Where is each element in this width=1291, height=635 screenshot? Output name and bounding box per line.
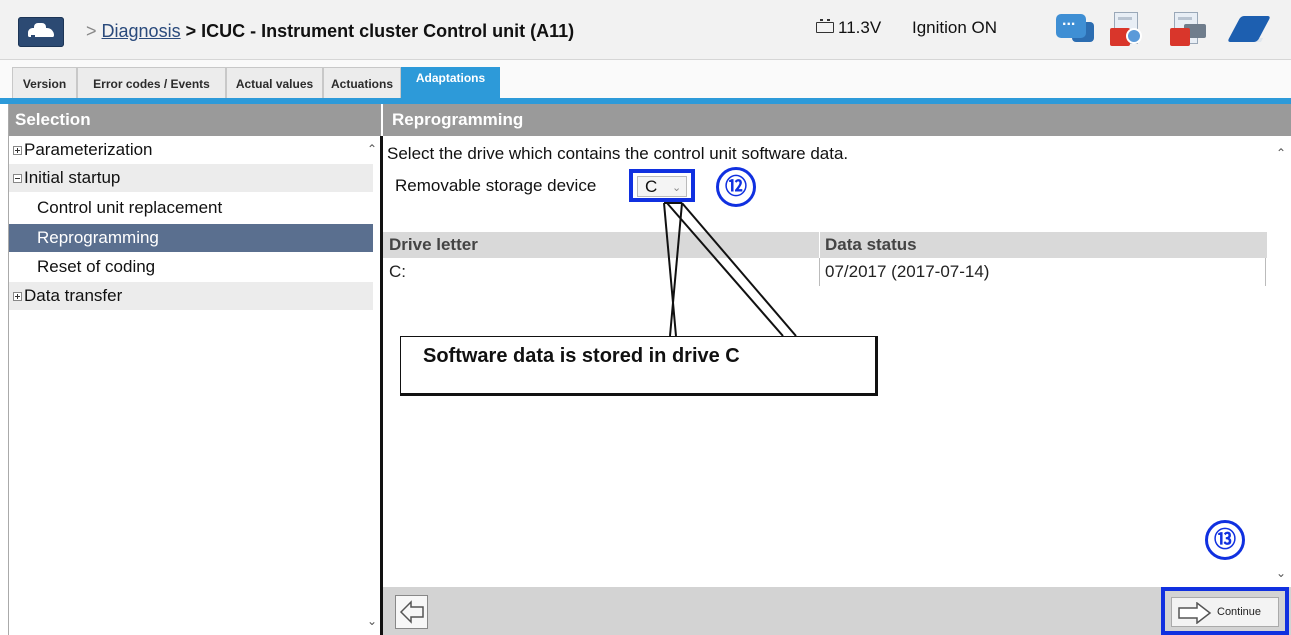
- ignition-status: Ignition ON: [912, 18, 998, 37]
- instruction-text: Select the drive which contains the cont…: [387, 144, 849, 163]
- tab-version[interactable]: Version: [12, 67, 77, 100]
- breadcrumb-separator: >: [86, 21, 97, 41]
- callout-13: ⑬: [1205, 520, 1245, 560]
- drive-select-highlight: C ⌄: [629, 169, 695, 202]
- battery-icon: [816, 19, 834, 33]
- breadcrumb: > Diagnosis > ICUC - Instrument cluster …: [86, 21, 574, 42]
- tree-item-label: Initial startup: [24, 168, 121, 187]
- battery-voltage: 11.3V: [838, 18, 882, 37]
- forward-arrow-icon: [1178, 602, 1212, 624]
- tree-item-control-unit-replacement[interactable]: Control unit replacement: [9, 194, 373, 222]
- back-button[interactable]: [395, 595, 428, 629]
- scroll-down-icon[interactable]: ⌄: [1276, 566, 1286, 580]
- collapse-minus-icon[interactable]: [13, 174, 22, 183]
- battery-status: 11.3V: [816, 18, 881, 38]
- breadcrumb-link-diagnosis[interactable]: Diagnosis: [102, 21, 181, 41]
- cell-data-status: 07/2017 (2017-07-14): [825, 262, 990, 281]
- cell-drive-letter: C:: [389, 262, 406, 281]
- reprogramming-header: Reprogramming: [383, 104, 1291, 136]
- tree-item-label: Data transfer: [24, 286, 123, 305]
- continue-label: Continue: [1217, 606, 1262, 618]
- tree-item-reset-of-coding[interactable]: Reset of coding: [9, 253, 373, 281]
- expand-plus-icon[interactable]: [13, 146, 22, 155]
- selection-panel: Selection Parameterization Initial start…: [8, 104, 381, 635]
- continue-button[interactable]: Continue: [1171, 597, 1279, 627]
- selection-header: Selection: [9, 104, 381, 136]
- column-header-drive-letter[interactable]: Drive letter: [389, 235, 478, 255]
- column-separator: [819, 258, 820, 286]
- footer-bar: Continue: [383, 587, 1291, 635]
- manual-book-icon[interactable]: [1226, 10, 1271, 50]
- tree-item-parameterization[interactable]: Parameterization: [9, 136, 373, 164]
- tree-item-label: Parameterization: [24, 140, 153, 159]
- table-header: Drive letter Data status: [383, 232, 1267, 258]
- pdf-report-icon[interactable]: [1110, 10, 1146, 50]
- tree-item-initial-startup[interactable]: Initial startup: [9, 164, 373, 192]
- back-arrow-icon: [399, 600, 424, 624]
- tab-actuations[interactable]: Actuations: [323, 67, 401, 100]
- pdf-print-icon[interactable]: [1170, 10, 1206, 50]
- scroll-up-icon[interactable]: ⌃: [367, 142, 377, 156]
- storage-device-label: Removable storage device: [395, 176, 597, 195]
- top-bar: > Diagnosis > ICUC - Instrument cluster …: [0, 0, 1291, 60]
- car-icon[interactable]: [18, 17, 64, 47]
- column-header-data-status[interactable]: Data status: [825, 235, 917, 255]
- table-row[interactable]: C: 07/2017 (2017-07-14): [383, 258, 1267, 286]
- tab-error-codes[interactable]: Error codes / Events: [77, 67, 226, 100]
- drive-select[interactable]: C ⌄: [637, 176, 687, 197]
- callout-12: ⑫: [716, 167, 756, 207]
- column-separator: [1265, 258, 1266, 286]
- scroll-down-icon[interactable]: ⌄: [367, 614, 377, 628]
- tab-bar: Version Error codes / Events Actual valu…: [0, 60, 1291, 100]
- tab-actual-values[interactable]: Actual values: [226, 67, 323, 100]
- drive-select-value: C: [645, 177, 658, 196]
- tree-item-reprogramming[interactable]: Reprogramming: [9, 224, 373, 252]
- tab-adaptations[interactable]: Adaptations: [401, 67, 500, 100]
- chevron-down-icon: ⌄: [672, 182, 682, 194]
- annotation-note-text: Software data is stored in drive C: [423, 345, 740, 367]
- expand-plus-icon[interactable]: [13, 292, 22, 301]
- chat-icon[interactable]: [1054, 10, 1098, 50]
- tree-item-data-transfer[interactable]: Data transfer: [9, 282, 373, 310]
- breadcrumb-separator: >: [185, 21, 197, 41]
- column-separator: [819, 232, 820, 258]
- page-title: ICUC - Instrument cluster Control unit (…: [201, 21, 575, 41]
- annotation-note: Software data is stored in drive C: [400, 336, 878, 396]
- scroll-up-icon[interactable]: ⌃: [1276, 146, 1286, 160]
- continue-highlight: Continue: [1161, 587, 1289, 635]
